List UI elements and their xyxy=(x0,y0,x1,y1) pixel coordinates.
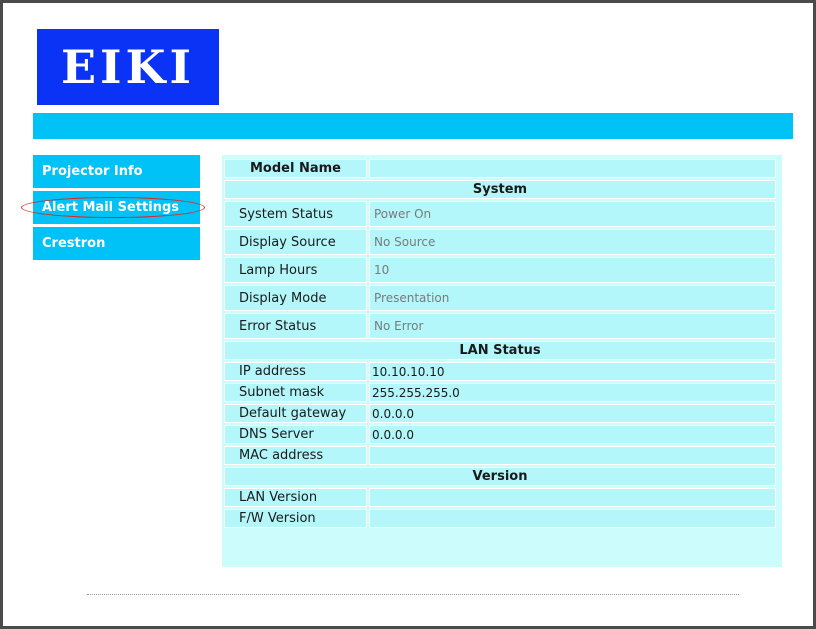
system-header: System xyxy=(224,180,776,199)
table-row: MAC address xyxy=(224,446,776,465)
dns-server-value: 0.0.0.0 xyxy=(369,425,776,444)
table-row: Error Status No Error xyxy=(224,313,776,339)
display-mode-label: Display Mode xyxy=(224,285,367,311)
ip-address-label: IP address xyxy=(224,362,367,381)
info-table: Model Name System System Status Power On… xyxy=(222,157,778,530)
display-source-label: Display Source xyxy=(224,229,367,255)
subnet-mask-value: 255.255.255.0 xyxy=(369,383,776,402)
version-header: Version xyxy=(224,467,776,486)
version-header-row: Version xyxy=(224,467,776,486)
system-status-label: System Status xyxy=(224,201,367,227)
subnet-mask-label: Subnet mask xyxy=(224,383,367,402)
error-status-label: Error Status xyxy=(224,313,367,339)
fw-version-value xyxy=(369,509,776,528)
default-gateway-value: 0.0.0.0 xyxy=(369,404,776,423)
dns-server-label: DNS Server xyxy=(224,425,367,444)
table-row: Subnet mask 255.255.255.0 xyxy=(224,383,776,402)
sidebar-nav: Projector Info Alert Mail Settings Crest… xyxy=(21,155,205,263)
eiki-logo: EIKI xyxy=(37,29,219,105)
table-row: Display Source No Source xyxy=(224,229,776,255)
nav-crestron[interactable]: Crestron xyxy=(33,227,200,260)
lan-status-header: LAN Status xyxy=(224,341,776,360)
page-frame: EIKI Projector Info Alert Mail Settings … xyxy=(0,0,816,629)
nav-projector-info-label: Projector Info xyxy=(42,164,143,179)
projector-info-panel: Model Name System System Status Power On… xyxy=(222,155,782,567)
nav-crestron-label: Crestron xyxy=(42,236,106,251)
display-source-value: No Source xyxy=(369,229,776,255)
table-row: Display Mode Presentation xyxy=(224,285,776,311)
table-row: DNS Server 0.0.0.0 xyxy=(224,425,776,444)
ip-address-value: 10.10.10.10 xyxy=(369,362,776,381)
system-status-value: Power On xyxy=(369,201,776,227)
table-row: Lamp Hours 10 xyxy=(224,257,776,283)
table-row: IP address 10.10.10.10 xyxy=(224,362,776,381)
display-mode-value: Presentation xyxy=(369,285,776,311)
table-row: LAN Version xyxy=(224,488,776,507)
model-name-label: Model Name xyxy=(224,159,367,178)
header-banner xyxy=(33,113,793,139)
lan-version-value xyxy=(369,488,776,507)
error-status-value: No Error xyxy=(369,313,776,339)
model-name-value xyxy=(369,159,776,178)
mac-address-value xyxy=(369,446,776,465)
fw-version-label: F/W Version xyxy=(224,509,367,528)
lamp-hours-value: 10 xyxy=(369,257,776,283)
nav-alert-mail-settings[interactable]: Alert Mail Settings xyxy=(21,191,205,224)
lan-header-row: LAN Status xyxy=(224,341,776,360)
logo-text: EIKI xyxy=(60,40,196,94)
nav-alert-mail-settings-label: Alert Mail Settings xyxy=(42,200,179,215)
model-name-row: Model Name xyxy=(224,159,776,178)
lamp-hours-label: Lamp Hours xyxy=(224,257,367,283)
nav-projector-info[interactable]: Projector Info xyxy=(33,155,200,188)
default-gateway-label: Default gateway xyxy=(224,404,367,423)
table-row: Default gateway 0.0.0.0 xyxy=(224,404,776,423)
lan-version-label: LAN Version xyxy=(224,488,367,507)
footer-divider xyxy=(87,594,739,595)
system-header-row: System xyxy=(224,180,776,199)
table-row: F/W Version xyxy=(224,509,776,528)
mac-address-label: MAC address xyxy=(224,446,367,465)
table-row: System Status Power On xyxy=(224,201,776,227)
